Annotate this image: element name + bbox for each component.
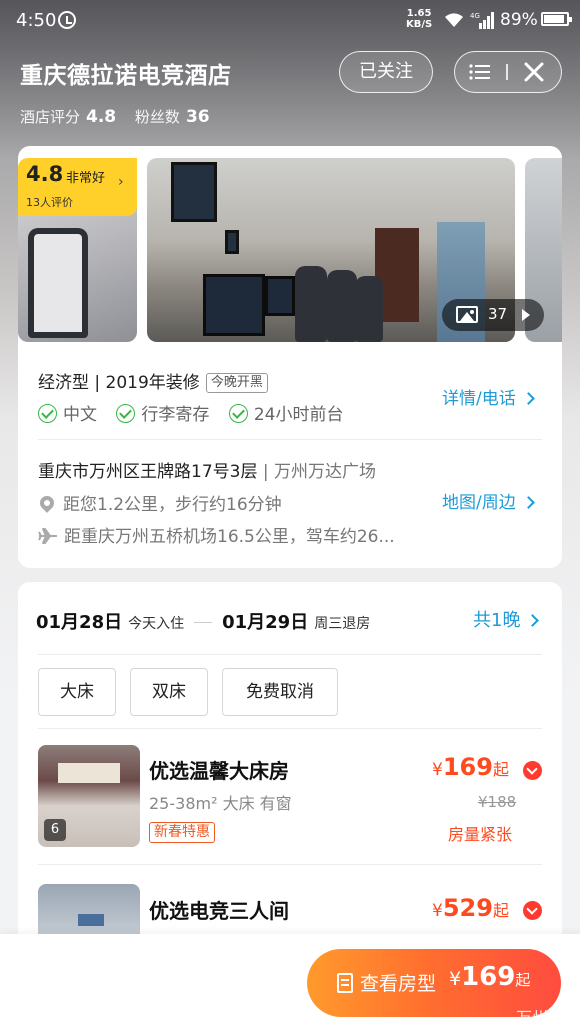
gaming-chair-graphic xyxy=(295,266,327,342)
menu-list-icon[interactable] xyxy=(469,63,491,81)
rating-word: 非常好 xyxy=(66,171,106,186)
section-divider xyxy=(38,439,542,440)
chevron-right-icon: › xyxy=(118,174,124,190)
wall-frame-graphic-small xyxy=(225,230,239,254)
network-speed: 1.65 KB/S xyxy=(406,8,433,30)
location-pin-icon xyxy=(37,493,57,513)
play-icon xyxy=(522,309,530,321)
check-circle-icon xyxy=(116,404,136,423)
action-divider xyxy=(506,64,508,80)
filter-chip-king-bed[interactable]: 大床 xyxy=(38,668,116,716)
status-bar: 4:50 1.65 KB/S 4G 89% xyxy=(0,0,580,40)
room-name[interactable]: 优选电竞三人间 xyxy=(149,895,289,924)
original-price: ¥188 xyxy=(478,793,517,811)
section-divider xyxy=(38,654,542,655)
room-price[interactable]: ¥529起 xyxy=(432,894,509,922)
distance-airport-row: 距重庆万州五桥机场16.5公里，驾车约26... xyxy=(38,522,395,547)
address-area: | 万州万达广场 xyxy=(257,462,376,482)
promo-tag: 新春特惠 xyxy=(149,822,215,843)
close-icon[interactable] xyxy=(523,61,545,83)
hotel-info-card: 4.8 非常好 13人评价 › 37 经济型 | 2019年装修 今晚开黑 中文 … xyxy=(18,146,562,568)
details-phone-link[interactable]: 详情/电话 xyxy=(442,384,535,409)
monitor-graphic xyxy=(265,276,295,316)
checkin-date: 01月28日 xyxy=(36,612,123,633)
network-type-label: 4G xyxy=(470,12,480,20)
checkout-date: 01月29日 xyxy=(222,612,309,633)
gaming-chair-graphic xyxy=(327,270,357,342)
score-label: 酒店评分 xyxy=(20,108,81,126)
address-main: 重庆市万州区王牌路17号3层 xyxy=(38,462,258,482)
distance-user-row: 距您1.2公里，步行约16分钟 xyxy=(37,490,282,515)
follow-button[interactable]: 已关注 xyxy=(339,51,433,93)
room-list-icon xyxy=(337,973,353,993)
address-row: 重庆市万州区王牌路17号3层 | 万州万达广场 xyxy=(38,457,376,482)
chevron-right-icon xyxy=(526,614,540,627)
check-circle-icon xyxy=(228,404,248,423)
photo-count-button[interactable]: 37 xyxy=(442,299,544,331)
section-divider xyxy=(38,728,542,729)
chevron-right-icon xyxy=(521,496,535,509)
view-rooms-price: ¥169起 xyxy=(449,962,531,992)
nights-link[interactable]: 共1晚 xyxy=(473,606,540,632)
rating-count: 13人评价 xyxy=(26,196,73,209)
photo-count: 37 xyxy=(488,305,508,323)
expand-chevron-icon[interactable] xyxy=(523,761,542,780)
battery-percent: 89% xyxy=(500,10,538,30)
hotel-type-text: 经济型 | 2019年装修 xyxy=(38,373,200,393)
wall-frame-graphic xyxy=(171,162,217,222)
map-nearby-link[interactable]: 地图/周边 xyxy=(442,488,535,513)
rating-badge[interactable]: 4.8 非常好 13人评价 › xyxy=(18,158,137,216)
fans-value: 36 xyxy=(185,107,210,127)
status-time: 4:50 xyxy=(16,10,57,31)
wall-art-graphic xyxy=(78,914,104,926)
room-photo[interactable]: 6 xyxy=(38,745,140,847)
bottom-action-bar: 查看房型 ¥169起 xyxy=(0,934,580,1031)
filter-chip-twin-bed[interactable]: 双床 xyxy=(130,668,208,716)
rating-score: 4.8 xyxy=(26,162,64,186)
amenity-item: 行李寄存 xyxy=(116,400,209,425)
room-name[interactable]: 优选温馨大床房 xyxy=(149,755,289,784)
airplane-icon xyxy=(38,528,57,544)
hotel-name: 重庆德拉诺电竞酒店 xyxy=(20,63,232,89)
availability-status: 房量紧张 xyxy=(448,825,513,844)
headboard-graphic xyxy=(58,763,120,783)
hotel-type-row: 经济型 | 2019年装修 今晚开黑 xyxy=(38,368,268,393)
alarm-icon xyxy=(58,11,76,29)
gaming-chair-graphic xyxy=(28,228,88,338)
room-price[interactable]: ¥169起 xyxy=(432,753,509,781)
gaming-chair-graphic xyxy=(355,276,383,342)
checkin-label: 今天入住 xyxy=(128,616,185,632)
wifi-icon xyxy=(445,13,463,27)
filter-chip-free-cancel[interactable]: 免费取消 xyxy=(222,668,338,716)
fans-label: 粉丝数 xyxy=(134,108,180,126)
hotel-type-tag: 今晚开黑 xyxy=(205,373,268,393)
date-separator xyxy=(194,621,213,623)
battery-icon xyxy=(541,12,572,26)
score-value: 4.8 xyxy=(86,107,117,127)
signal-icon: 4G xyxy=(470,12,494,29)
image-icon xyxy=(456,306,478,323)
check-circle-icon xyxy=(38,404,57,423)
watermark: 万州 xyxy=(516,1008,549,1027)
date-selector[interactable]: 01月28日 今天入住 01月29日 周三退房 xyxy=(36,608,370,634)
room-photo-count: 6 xyxy=(44,819,66,841)
view-rooms-label: 查看房型 xyxy=(360,973,437,995)
monitor-graphic xyxy=(203,274,265,336)
chevron-right-icon xyxy=(521,392,535,405)
hotel-score-row: 酒店评分 4.8 粉丝数 36 xyxy=(20,106,224,127)
amenity-item: 24小时前台 xyxy=(228,400,343,425)
room-spec: 25-38m² 大床 有窗 xyxy=(149,794,292,813)
header-action-group xyxy=(454,51,562,93)
expand-chevron-icon[interactable] xyxy=(523,901,542,920)
section-divider xyxy=(38,864,542,865)
amenity-item: 中文 xyxy=(38,400,97,425)
amenity-row: 中文 行李寄存 24小时前台 xyxy=(38,400,357,425)
checkout-label: 周三退房 xyxy=(314,616,371,632)
